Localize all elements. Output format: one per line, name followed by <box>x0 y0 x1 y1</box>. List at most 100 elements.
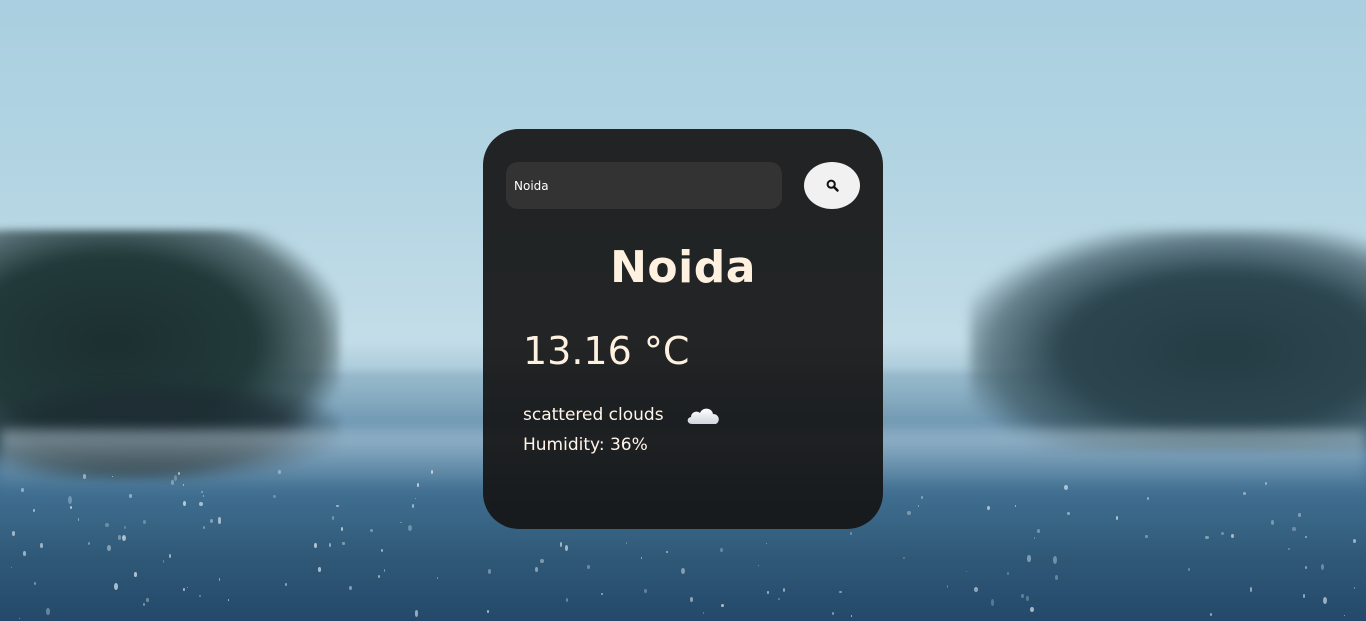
humidity: Humidity: 36% <box>523 435 648 455</box>
rain-drop <box>1343 614 1346 617</box>
rain-drop <box>839 590 842 594</box>
rain-drop <box>278 470 282 474</box>
rain-drop <box>1115 516 1119 520</box>
rain-drop <box>169 553 172 558</box>
weather-card: Noida 13.16 °C scattered clouds Humidity… <box>483 129 883 529</box>
rain-drop <box>1053 556 1058 564</box>
rain-drop <box>349 585 352 590</box>
rain-drop <box>757 564 759 567</box>
rain-drop <box>273 494 276 499</box>
rain-drop <box>10 566 12 569</box>
rain-drop <box>565 598 568 603</box>
rain-drop <box>540 558 544 563</box>
rain-drop <box>1354 586 1356 589</box>
rain-drop <box>228 599 230 602</box>
rain-drop <box>986 505 990 510</box>
rain-drop <box>40 543 43 548</box>
rain-drop <box>1210 613 1213 617</box>
rain-drop <box>336 504 339 508</box>
rain-drop <box>33 509 35 512</box>
rain-drop <box>209 518 214 524</box>
background-island-right <box>970 230 1366 450</box>
rain-drop <box>850 614 853 617</box>
rain-drop <box>318 567 322 572</box>
rain-drop <box>586 564 591 570</box>
rain-drop <box>643 588 647 594</box>
rain-drop <box>107 544 111 551</box>
rain-drop <box>114 583 119 591</box>
rain-drop <box>1292 526 1296 532</box>
rain-drop <box>1205 535 1209 540</box>
rain-drop <box>990 599 994 606</box>
rain-drop <box>1265 481 1267 485</box>
rain-drop <box>560 542 563 547</box>
rain-drop <box>87 542 90 545</box>
rain-drop <box>217 517 222 524</box>
rain-drop <box>782 587 786 592</box>
rain-drop <box>1014 505 1017 507</box>
rain-drop <box>19 617 21 620</box>
rain-drop <box>173 474 177 481</box>
rain-drop <box>202 494 205 497</box>
rain-drop <box>681 567 686 575</box>
rain-drop <box>917 504 920 508</box>
rain-drop <box>766 590 769 594</box>
rain-drop <box>437 577 439 579</box>
rain-drop <box>11 531 15 537</box>
rain-drop <box>666 550 669 553</box>
rain-drop <box>488 569 492 575</box>
rain-drop <box>1221 531 1225 535</box>
rain-drop <box>146 598 149 602</box>
rain-drop <box>400 521 402 524</box>
background-island-left-shore <box>0 380 340 480</box>
search-input[interactable] <box>506 162 782 209</box>
rain-drop <box>123 526 127 530</box>
rain-drop <box>341 527 343 532</box>
search-button[interactable] <box>804 162 860 209</box>
rain-drop <box>1029 606 1034 612</box>
rain-drop <box>832 612 835 615</box>
rain-drop <box>117 535 122 541</box>
rain-drop <box>534 566 538 573</box>
rain-drop <box>143 603 146 606</box>
rain-drop <box>1067 512 1071 516</box>
rain-drop <box>1036 529 1040 533</box>
rain-drop <box>920 495 923 500</box>
rain-drop <box>200 491 203 494</box>
rain-drop <box>68 496 73 504</box>
rain-drop <box>143 520 147 524</box>
rain-drop <box>186 587 189 589</box>
rain-drop <box>22 551 27 557</box>
rain-drop <box>1020 593 1024 599</box>
rain-drop <box>907 511 911 516</box>
rain-drop <box>408 524 412 531</box>
rain-drop <box>601 592 603 596</box>
rain-drop <box>777 597 780 600</box>
rain-drop <box>129 493 133 498</box>
city-name: Noida <box>610 242 756 293</box>
rain-drop <box>331 515 335 520</box>
rain-drop <box>1303 594 1306 598</box>
rain-drop <box>1025 595 1029 601</box>
rain-drop <box>721 604 724 607</box>
rain-drop <box>720 548 723 552</box>
rain-drop <box>1249 586 1253 592</box>
rain-drop <box>328 542 332 548</box>
rain-drop <box>77 518 80 521</box>
rain-drop <box>416 483 420 487</box>
rain-drop <box>1242 491 1246 495</box>
rain-drop <box>133 572 138 577</box>
rain-drop <box>105 523 110 528</box>
rain-drop <box>198 594 202 598</box>
rain-drop <box>285 582 288 586</box>
rain-drop <box>411 503 414 508</box>
rain-drop <box>702 612 704 614</box>
rain-drop <box>20 488 25 492</box>
search-row <box>506 162 860 209</box>
rain-drop <box>1352 539 1356 543</box>
rain-drop <box>1322 597 1327 605</box>
rain-drop <box>974 586 978 592</box>
rain-drop <box>689 596 694 602</box>
rain-drop <box>122 535 127 542</box>
rain-drop <box>1064 484 1068 490</box>
